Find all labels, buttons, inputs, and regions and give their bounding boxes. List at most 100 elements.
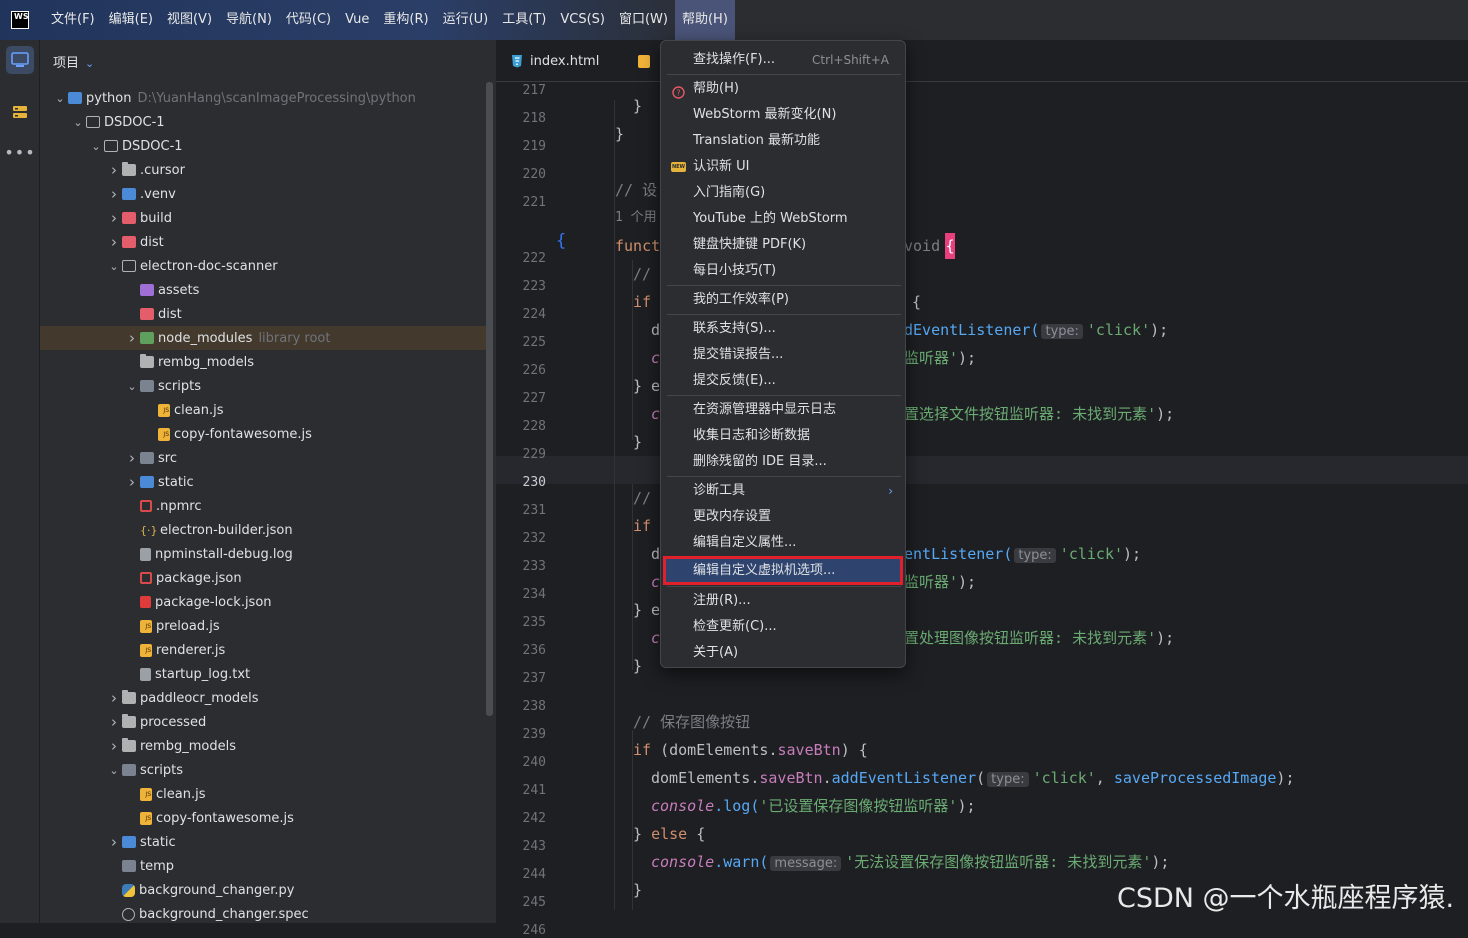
help-menu-item[interactable]: 在资源管理器中显示日志: [661, 397, 907, 423]
chevron-down-icon[interactable]: ⌄: [126, 380, 138, 393]
chevron-right-icon[interactable]: ›: [108, 833, 120, 851]
chevron-down-icon[interactable]: ⌄: [108, 260, 120, 273]
help-menu-item[interactable]: 联系支持(S)...: [661, 316, 907, 342]
code-token: );: [1276, 769, 1295, 787]
help-menu-item[interactable]: 关于(A): [661, 640, 907, 666]
tree-item-label: .venv: [140, 186, 176, 202]
tree-row[interactable]: › src: [40, 446, 488, 470]
tree-row[interactable]: dist: [40, 302, 488, 326]
menu-item-10[interactable]: 窗口(W): [612, 0, 675, 40]
tree-row[interactable]: › build: [40, 206, 488, 230]
help-menu-item[interactable]: 入门指南(G): [661, 180, 907, 206]
tree-row[interactable]: rembg_models: [40, 350, 488, 374]
tree-row[interactable]: background_changer.py: [40, 878, 488, 902]
help-menu-item[interactable]: 更改内存设置: [661, 504, 907, 530]
menu-item-1[interactable]: 编辑(E): [102, 0, 160, 40]
tree-row[interactable]: temp: [40, 854, 488, 878]
chevron-down-icon[interactable]: ⌄: [90, 140, 102, 153]
tree-row[interactable]: JS clean.js: [40, 398, 488, 422]
tab-index-html[interactable]: index.html: [510, 40, 599, 82]
tree-row[interactable]: ⌄ DSDOC-1: [40, 134, 488, 158]
menu-item-5[interactable]: Vue: [338, 0, 376, 40]
tree-row[interactable]: startup_log.txt: [40, 662, 488, 686]
project-tool-icon[interactable]: [6, 46, 34, 74]
tree-row[interactable]: › .cursor: [40, 158, 488, 182]
help-menu-item[interactable]: 收集日志和诊断数据: [661, 423, 907, 449]
tree-row[interactable]: ⌄ python D:\YuanHang\scanImageProcessing\p…: [40, 86, 488, 110]
tree-row[interactable]: JS renderer.js: [40, 638, 488, 662]
menu-item-8[interactable]: 工具(T): [495, 0, 553, 40]
help-menu-item[interactable]: 编辑自定义属性...: [661, 530, 907, 556]
chevron-down-icon[interactable]: ⌄: [72, 116, 84, 129]
menu-item-6[interactable]: 重构(R): [376, 0, 435, 40]
tree-row[interactable]: JS copy-fontawesome.js: [40, 422, 488, 446]
help-menu-item[interactable]: 提交反馈(E)...: [661, 368, 907, 394]
menu-item-7[interactable]: 运行(U): [436, 0, 496, 40]
menu-item-3[interactable]: 导航(N): [219, 0, 279, 40]
help-menu-item[interactable]: 检查更新(C)...: [661, 614, 907, 640]
tree-row[interactable]: ⌄ scripts: [40, 374, 488, 398]
chevron-down-icon[interactable]: ⌄: [54, 92, 66, 105]
tree-row[interactable]: › static: [40, 830, 488, 854]
chevron-right-icon[interactable]: ›: [108, 737, 120, 755]
help-menu-item[interactable]: 编辑自定义虚拟机选项...: [663, 556, 903, 585]
tree-row[interactable]: package-lock.json: [40, 590, 488, 614]
tree-row[interactable]: › rembg_models: [40, 734, 488, 758]
chevron-right-icon[interactable]: ›: [126, 329, 138, 347]
chevron-right-icon[interactable]: ›: [108, 233, 120, 251]
code-token: ) {: [840, 741, 868, 759]
tree-row[interactable]: background_changer.spec: [40, 902, 488, 926]
help-menu-item[interactable]: Translation 最新功能: [661, 128, 907, 154]
tree-row[interactable]: {·} electron-builder.json: [40, 518, 488, 542]
chevron-right-icon[interactable]: ›: [108, 713, 120, 731]
tree-row[interactable]: JS copy-fontawesome.js: [40, 806, 488, 830]
code-token: );: [1150, 321, 1169, 339]
more-tools-icon[interactable]: •••: [4, 138, 34, 166]
tree-row[interactable]: .npmrc: [40, 494, 488, 518]
project-scrollbar[interactable]: [486, 82, 493, 716]
tree-row[interactable]: package.json: [40, 566, 488, 590]
tab-js-file[interactable]: [638, 40, 650, 82]
help-menu-item[interactable]: 每日小技巧(T): [661, 258, 907, 284]
help-menu-item[interactable]: 我的工作效率(P): [661, 287, 907, 313]
help-menu-item[interactable]: YouTube 上的 WebStorm: [661, 206, 907, 232]
help-menu-item[interactable]: 提交错误报告...: [661, 342, 907, 368]
tree-row[interactable]: › paddleocr_models: [40, 686, 488, 710]
menu-item-2[interactable]: 视图(V): [160, 0, 219, 40]
tree-row[interactable]: ⌄ DSDOC-1: [40, 110, 488, 134]
tree-row[interactable]: JS clean.js: [40, 782, 488, 806]
tree-row[interactable]: › dist: [40, 230, 488, 254]
help-menu-item[interactable]: 查找操作(F)... Ctrl+Shift+A: [661, 47, 907, 73]
tree-row[interactable]: › processed: [40, 710, 488, 734]
help-menu-item[interactable]: 认识新 UI NEW: [661, 154, 907, 180]
tree-row[interactable]: ⌄ electron-doc-scanner: [40, 254, 488, 278]
structure-tool-icon[interactable]: [6, 98, 34, 126]
tree-row[interactable]: assets: [40, 278, 488, 302]
menu-item-0[interactable]: 文件(F): [44, 0, 102, 40]
chevron-right-icon[interactable]: ›: [108, 185, 120, 203]
help-menu-item[interactable]: 诊断工具 ›: [661, 478, 907, 504]
menu-item-11[interactable]: 帮助(H): [674, 0, 735, 40]
tree-row[interactable]: › .venv: [40, 182, 488, 206]
chevron-right-icon[interactable]: ›: [126, 473, 138, 491]
help-menu-item[interactable]: 删除残留的 IDE 目录...: [661, 449, 907, 475]
chevron-right-icon[interactable]: ›: [108, 689, 120, 707]
chevron-right-icon[interactable]: ›: [126, 449, 138, 467]
menu-item-4[interactable]: 代码(C): [279, 0, 338, 40]
tree-row[interactable]: npminstall-debug.log: [40, 542, 488, 566]
folder-icon: [140, 476, 154, 488]
tree-row[interactable]: ⌄ scripts: [40, 758, 488, 782]
chevron-right-icon[interactable]: ›: [108, 209, 120, 227]
help-menu-item[interactable]: WebStorm 最新变化(N): [661, 102, 907, 128]
chevron-right-icon[interactable]: ›: [108, 161, 120, 179]
tree-row[interactable]: JS preload.js: [40, 614, 488, 638]
help-menu-item[interactable]: 键盘快捷键 PDF(K): [661, 232, 907, 258]
tree-row[interactable]: › static: [40, 470, 488, 494]
project-panel-header[interactable]: 项目 ⌄: [53, 52, 94, 71]
indent-guide: [632, 484, 633, 670]
chevron-down-icon[interactable]: ⌄: [108, 764, 120, 777]
tree-row[interactable]: › node_modules library root: [40, 326, 488, 350]
help-menu-item[interactable]: 注册(R)...: [661, 588, 907, 614]
menu-item-9[interactable]: VCS(S): [553, 0, 612, 40]
help-menu-item[interactable]: 帮助(H)?: [661, 76, 907, 102]
